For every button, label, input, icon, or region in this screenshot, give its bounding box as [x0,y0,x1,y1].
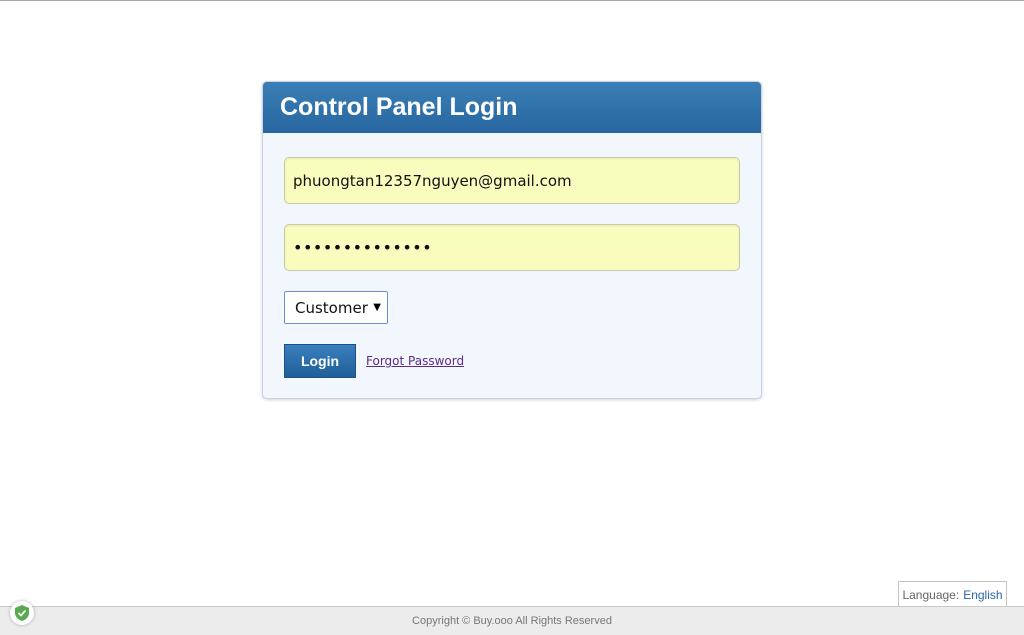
language-value[interactable]: English [963,588,1002,602]
shield-check-icon[interactable] [10,601,34,625]
email-value: phuongtan12357nguyen@gmail.com [293,171,572,190]
password-field[interactable]: •••••••••••••• [284,224,740,271]
chevron-down-icon: ▼ [373,302,381,313]
role-select[interactable]: Customer ▼ [284,291,388,324]
password-value: •••••••••••••• [293,238,433,257]
email-field[interactable]: phuongtan12357nguyen@gmail.com [284,157,740,204]
shield-glyph [15,605,29,621]
copyright-text: Copyright © Buy.ooo All Rights Reserved [412,615,612,627]
footer: Copyright © Buy.ooo All Rights Reserved [0,606,1024,635]
forgot-password-link[interactable]: Forgot Password [366,354,464,368]
role-select-value: Customer [295,298,368,317]
top-border [0,0,1024,1]
login-button[interactable]: Login [284,344,356,378]
login-panel: Control Panel Login phuongtan12357nguyen… [262,81,762,399]
language-label: Language: [902,587,960,602]
page-title: Control Panel Login [280,93,518,121]
language-selector[interactable]: Language: English [898,581,1007,607]
panel-header: Control Panel Login [263,82,761,133]
